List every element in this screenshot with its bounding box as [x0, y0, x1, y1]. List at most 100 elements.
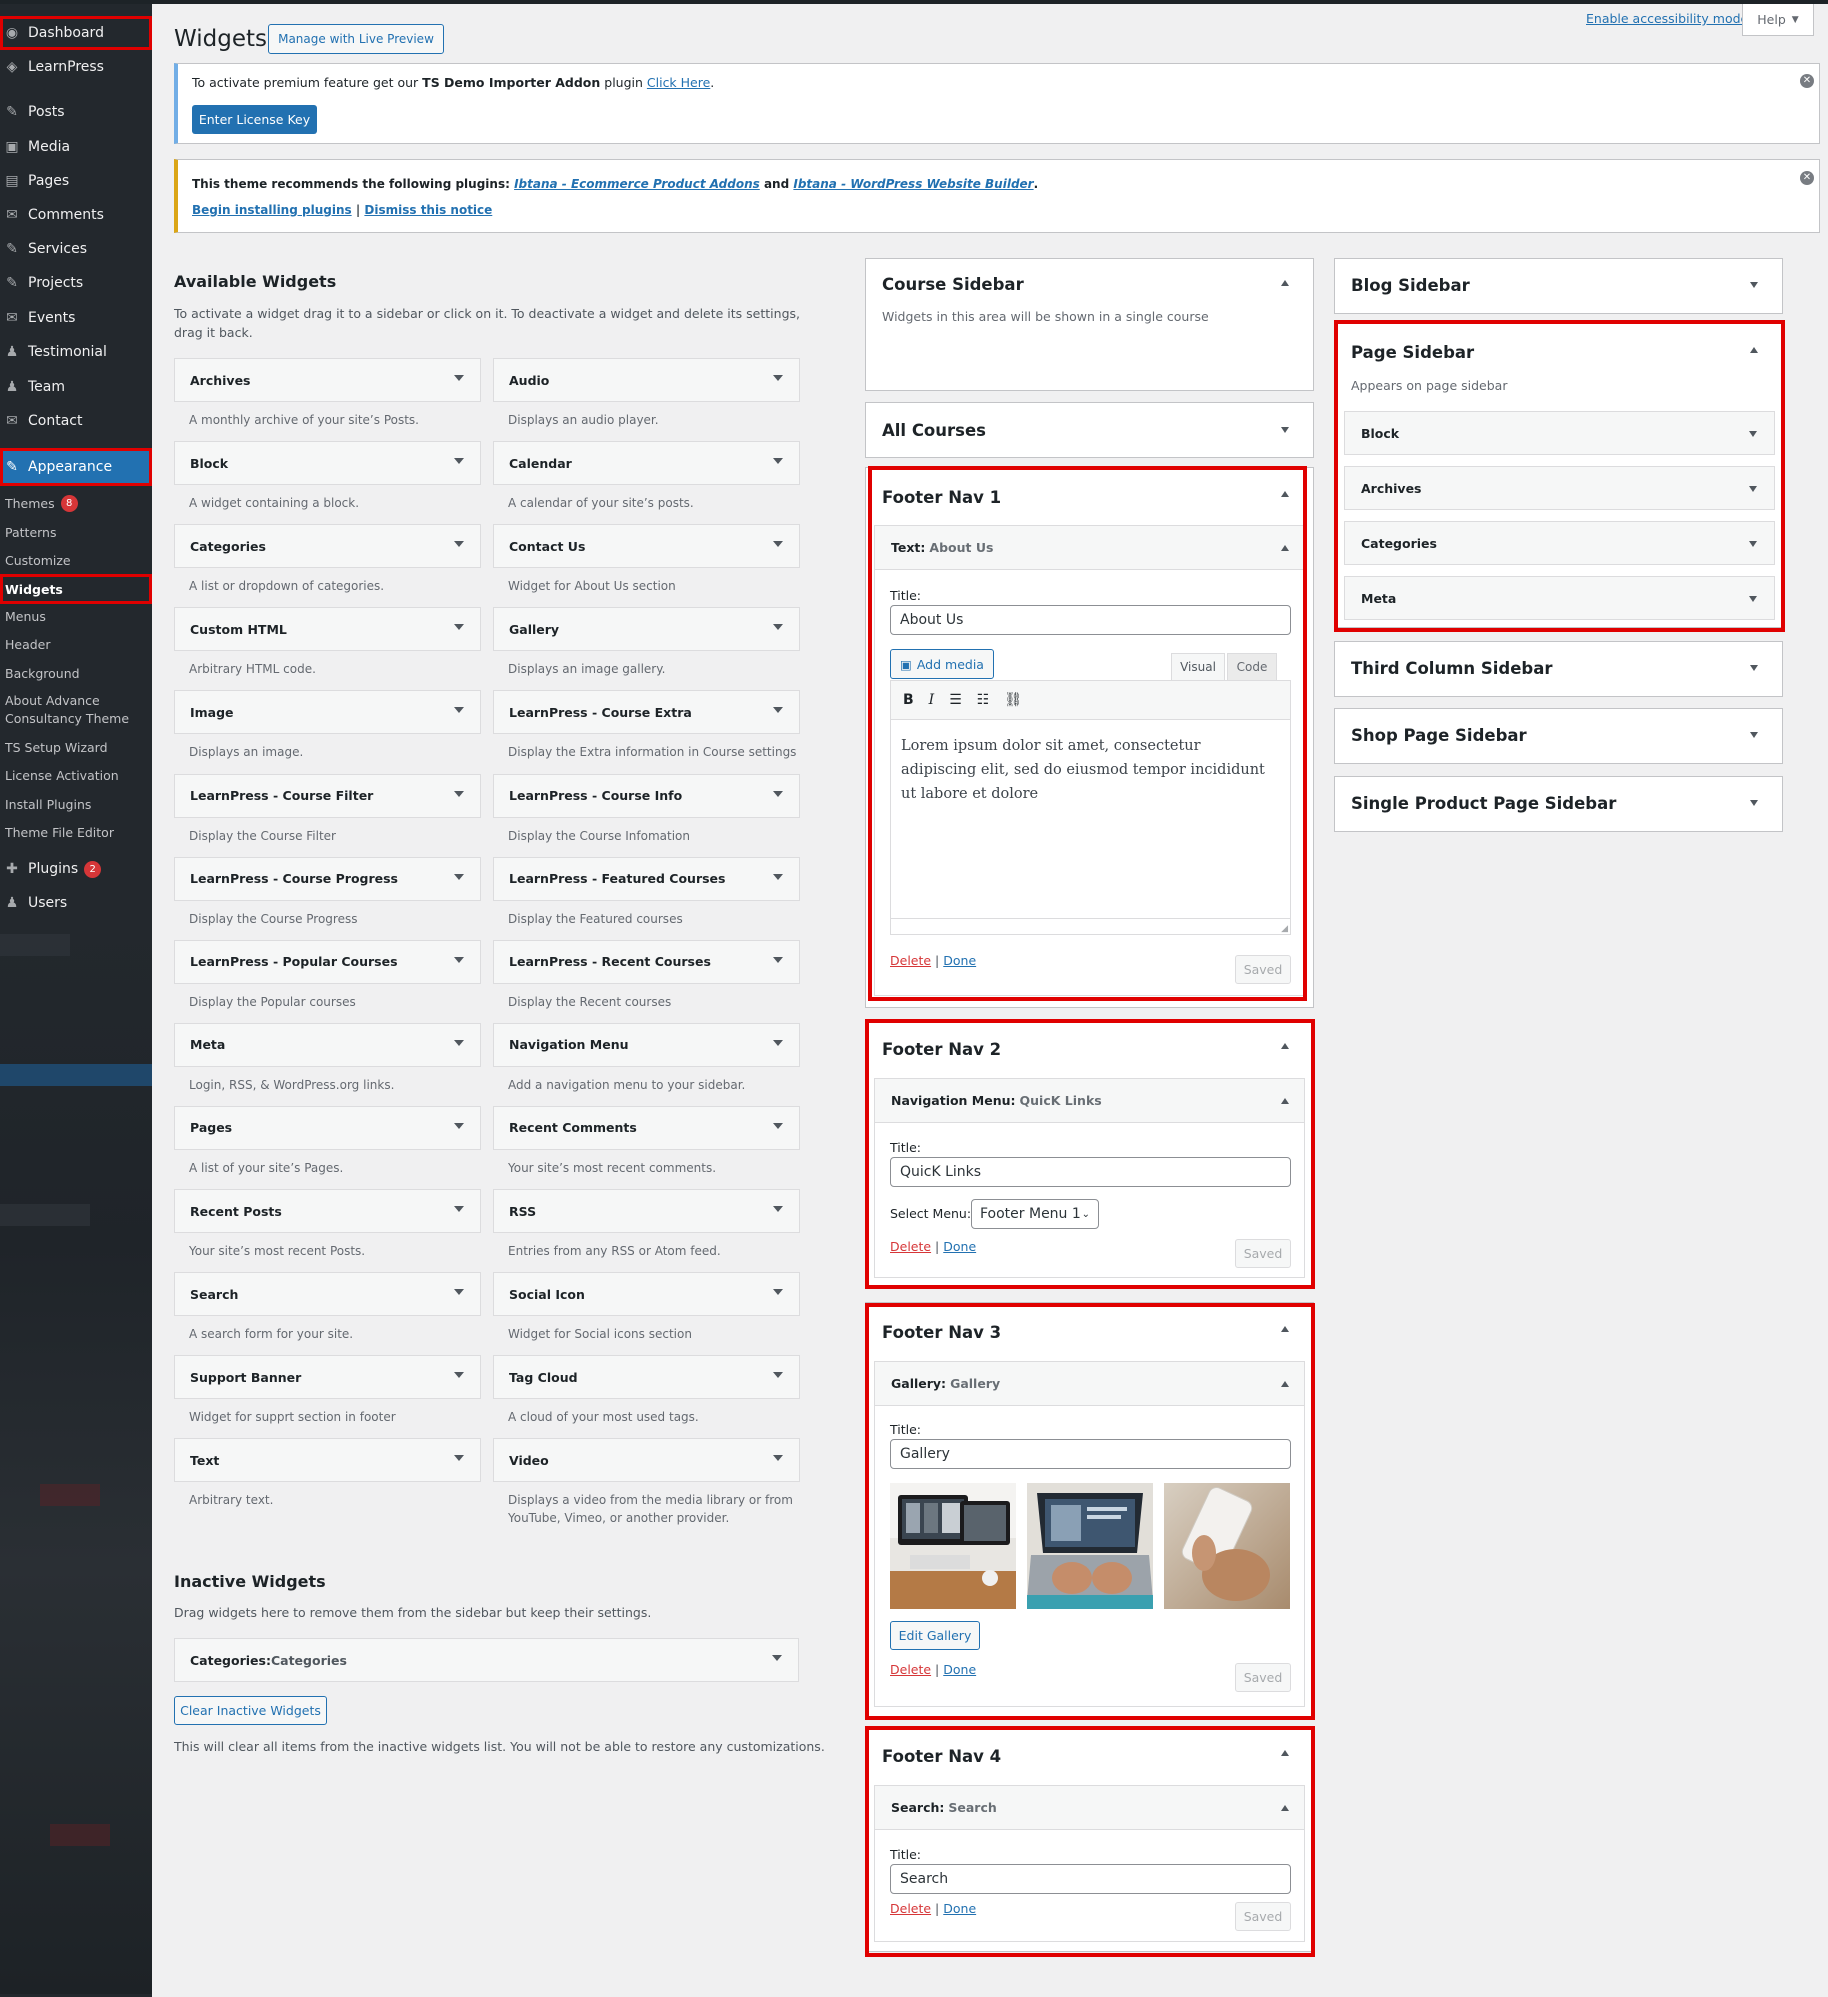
italic-icon[interactable]: I: [929, 692, 935, 708]
saved-button[interactable]: Saved: [1235, 1902, 1291, 1931]
menu-contact[interactable]: ✉ Contact: [0, 405, 152, 437]
available-widget[interactable]: Contact Us: [493, 524, 800, 569]
tab-visual[interactable]: Visual: [1171, 653, 1225, 680]
available-widget[interactable]: Categories: [174, 524, 481, 569]
submenu-customize[interactable]: Customize: [0, 547, 152, 573]
saved-button[interactable]: Saved: [1235, 1239, 1291, 1268]
blog-sidebar-panel[interactable]: Blog Sidebar: [1334, 258, 1783, 314]
available-widget[interactable]: Custom HTML: [174, 607, 481, 652]
menu-team[interactable]: ♟ Team: [0, 371, 152, 403]
submenu-themes[interactable]: Themes 8: [0, 490, 152, 516]
widget-header[interactable]: Text: About Us: [875, 526, 1304, 570]
course-sidebar-panel[interactable]: Course Sidebar Widgets in this area will…: [865, 258, 1314, 391]
live-preview-button[interactable]: Manage with Live Preview: [268, 24, 444, 54]
bullet-list-icon[interactable]: ☰: [949, 692, 962, 708]
submenu-background[interactable]: Background: [0, 660, 152, 686]
expand-arrow-icon[interactable]: [1281, 427, 1289, 433]
menu-media[interactable]: ▣ Media: [0, 131, 152, 163]
collapse-arrow-icon[interactable]: [1281, 1043, 1289, 1049]
delete-link[interactable]: Delete: [890, 1901, 931, 1916]
collapse-arrow-icon[interactable]: [1281, 1750, 1289, 1756]
help-tab[interactable]: Help ▼: [1742, 4, 1814, 36]
available-widget[interactable]: Audio: [493, 358, 800, 402]
expand-arrow-icon[interactable]: [1750, 800, 1758, 806]
menu-comments[interactable]: ✉ Comments: [0, 199, 152, 231]
available-widget[interactable]: Video: [493, 1438, 800, 1483]
menu-appearance[interactable]: ✎ Appearance: [0, 448, 152, 486]
dismiss-icon[interactable]: ✕: [1800, 171, 1814, 185]
menu-posts[interactable]: ✎ Posts: [0, 96, 152, 128]
add-media-button[interactable]: ▣ Add media: [890, 649, 994, 679]
collapse-arrow-icon[interactable]: [1750, 347, 1758, 353]
plugin-link-builder[interactable]: Ibtana - WordPress Website Builder: [793, 177, 1033, 191]
delete-link[interactable]: Delete: [890, 1662, 931, 1677]
available-widget[interactable]: Text: [174, 1438, 481, 1483]
widget-header[interactable]: Gallery: Gallery: [875, 1362, 1304, 1406]
title-input[interactable]: About Us: [890, 605, 1291, 635]
menu-learnpress[interactable]: ◈ LearnPress: [0, 51, 152, 83]
expand-arrow-icon[interactable]: [1750, 282, 1758, 288]
widget-header[interactable]: Navigation Menu: QuicK Links: [875, 1079, 1304, 1123]
available-widget[interactable]: LearnPress - Course Info: [493, 773, 800, 818]
page-sidebar-widget-meta[interactable]: Meta: [1344, 576, 1775, 620]
page-sidebar-widget-block[interactable]: Block: [1344, 411, 1775, 455]
available-widget[interactable]: LearnPress - Course Extra: [493, 690, 800, 735]
available-widget[interactable]: LearnPress - Course Filter: [174, 773, 481, 818]
submenu-widgets[interactable]: Widgets: [0, 574, 152, 604]
available-widget[interactable]: Image: [174, 690, 481, 735]
delete-link[interactable]: Delete: [890, 1239, 931, 1254]
available-widget[interactable]: RSS: [493, 1189, 800, 1233]
begin-installing-link[interactable]: Begin installing plugins: [192, 203, 352, 217]
available-widget[interactable]: Recent Comments: [493, 1105, 800, 1150]
submenu-patterns[interactable]: Patterns: [0, 519, 152, 545]
available-widget[interactable]: Gallery: [493, 607, 800, 652]
numbered-list-icon[interactable]: ☷: [977, 692, 990, 708]
available-widget[interactable]: Archives: [174, 358, 481, 402]
done-link[interactable]: Done: [943, 1239, 976, 1254]
saved-button[interactable]: Saved: [1235, 1663, 1291, 1692]
page-sidebar-widget-categories[interactable]: Categories: [1344, 521, 1775, 565]
delete-link[interactable]: Delete: [890, 953, 931, 968]
available-widget[interactable]: Search: [174, 1272, 481, 1317]
inactive-categories-widget[interactable]: Categories: Categories: [174, 1638, 799, 1682]
editor-content[interactable]: Lorem ipsum dolor sit amet, consectetur …: [890, 720, 1291, 919]
resize-handle-icon[interactable]: ◢: [1281, 924, 1288, 934]
available-widget[interactable]: Pages: [174, 1105, 481, 1150]
title-input[interactable]: QuicK Links: [890, 1157, 1291, 1187]
collapse-arrow-icon[interactable]: [1281, 491, 1289, 497]
title-input[interactable]: Search: [890, 1864, 1291, 1894]
widget-header[interactable]: Search: Search: [875, 1786, 1304, 1830]
shop-page-sidebar-panel[interactable]: Shop Page Sidebar: [1334, 708, 1783, 764]
available-widget[interactable]: Meta: [174, 1022, 481, 1067]
available-widget[interactable]: Tag Cloud: [493, 1355, 800, 1400]
collapse-arrow-icon[interactable]: [1281, 1381, 1289, 1387]
submenu-menus[interactable]: Menus: [0, 603, 152, 629]
expand-arrow-icon[interactable]: [1750, 665, 1758, 671]
menu-testimonial[interactable]: ♟ Testimonial: [0, 336, 152, 368]
clear-inactive-widgets-button[interactable]: Clear Inactive Widgets: [174, 1696, 327, 1725]
link-icon[interactable]: ⛓: [1004, 692, 1022, 708]
bold-icon[interactable]: B: [903, 692, 914, 708]
dismiss-icon[interactable]: ✕: [1800, 74, 1814, 88]
third-column-sidebar-panel[interactable]: Third Column Sidebar: [1334, 641, 1783, 697]
enter-license-key-button[interactable]: Enter License Key: [192, 105, 317, 134]
available-widget[interactable]: Block: [174, 441, 481, 486]
accessibility-mode-link[interactable]: Enable accessibility mode: [1586, 11, 1748, 26]
done-link[interactable]: Done: [943, 1901, 976, 1916]
dismiss-notice-link[interactable]: Dismiss this notice: [364, 203, 492, 217]
available-widget[interactable]: Recent Posts: [174, 1189, 481, 1233]
available-widget[interactable]: Support Banner: [174, 1355, 481, 1400]
available-widget[interactable]: Social Icon: [493, 1272, 800, 1317]
collapse-arrow-icon[interactable]: [1281, 545, 1289, 551]
single-product-sidebar-panel[interactable]: Single Product Page Sidebar: [1334, 776, 1783, 832]
available-widget[interactable]: LearnPress - Recent Courses: [493, 939, 800, 984]
submenu-theme-file-editor[interactable]: Theme File Editor: [0, 819, 152, 845]
select-menu-dropdown[interactable]: Footer Menu 1 ⌄: [971, 1199, 1099, 1229]
click-here-link[interactable]: Click Here: [647, 75, 710, 90]
collapse-arrow-icon[interactable]: [1281, 1098, 1289, 1104]
menu-events[interactable]: ✉ Events: [0, 302, 152, 334]
submenu-setup-wizard[interactable]: TS Setup Wizard: [0, 734, 152, 760]
submenu-license-activation[interactable]: License Activation: [0, 762, 152, 788]
edit-gallery-button[interactable]: Edit Gallery: [890, 1621, 980, 1650]
submenu-header[interactable]: Header: [0, 631, 152, 657]
